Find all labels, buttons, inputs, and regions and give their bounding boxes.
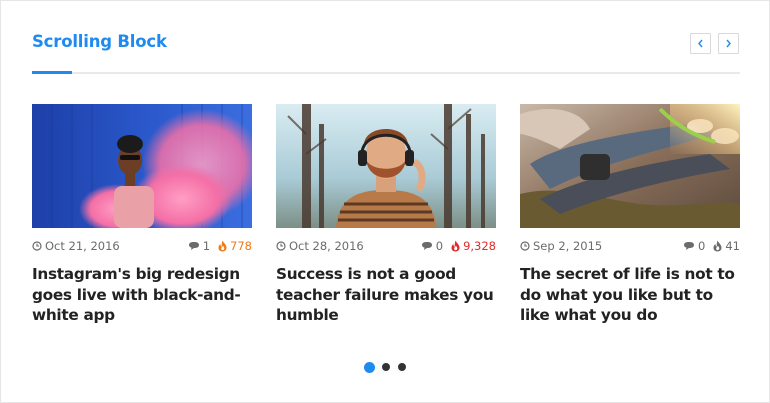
comment-count[interactable]: 0 bbox=[421, 239, 443, 253]
post-date: Oct 21, 2016 bbox=[32, 239, 120, 253]
widget-title: Scrolling Block bbox=[32, 32, 167, 51]
title-divider bbox=[32, 72, 740, 74]
post-date-text: Sep 2, 2015 bbox=[533, 239, 603, 253]
view-count-text: 41 bbox=[725, 239, 740, 253]
view-count-text: 778 bbox=[230, 239, 252, 253]
pagination-dots bbox=[364, 361, 414, 373]
post-date: Oct 28, 2016 bbox=[276, 239, 364, 253]
pagination-dot-3[interactable] bbox=[398, 363, 406, 371]
pagination-dot-2[interactable] bbox=[382, 363, 390, 371]
post-thumbnail[interactable] bbox=[276, 104, 496, 228]
post-stats: 1 778 bbox=[188, 239, 252, 253]
title-divider-accent bbox=[32, 71, 72, 74]
comments-icon bbox=[421, 242, 432, 250]
prev-button[interactable] bbox=[690, 33, 711, 54]
post-date-text: Oct 28, 2016 bbox=[289, 239, 364, 253]
people-lying-grass-photo bbox=[520, 104, 740, 228]
comment-count-text: 1 bbox=[202, 239, 211, 253]
comment-count-text: 0 bbox=[435, 239, 444, 253]
clock-icon bbox=[520, 241, 530, 251]
chevron-right-icon bbox=[726, 39, 731, 48]
comment-count[interactable]: 0 bbox=[683, 239, 705, 253]
view-count: 778 bbox=[218, 239, 252, 253]
comments-icon bbox=[684, 242, 695, 250]
post-thumbnail[interactable] bbox=[32, 104, 252, 228]
post-headline[interactable]: Success is not a good teacher failure ma… bbox=[276, 264, 496, 326]
post-stats: 0 41 bbox=[683, 239, 740, 253]
next-button[interactable] bbox=[718, 33, 739, 54]
pagination-dot-1[interactable] bbox=[364, 361, 375, 373]
chevron-left-icon bbox=[698, 39, 703, 48]
view-count: 9,328 bbox=[451, 239, 496, 253]
fire-icon bbox=[218, 240, 227, 252]
post-meta: Oct 28, 2016 0 9,328 bbox=[276, 239, 496, 255]
post-stats: 0 9,328 bbox=[421, 239, 496, 253]
clock-icon bbox=[276, 241, 286, 251]
post-headline[interactable]: The secret of life is not to do what you… bbox=[520, 264, 740, 326]
post-headline[interactable]: Instagram's big redesign goes live with … bbox=[32, 264, 252, 326]
post-meta: Oct 21, 2016 1 778 bbox=[32, 239, 252, 255]
comment-count-text: 0 bbox=[698, 239, 706, 253]
scrolling-block-widget: Scrolling Block Oct 21, 2016 1 778 Insta… bbox=[0, 0, 770, 403]
fire-icon bbox=[713, 240, 722, 252]
view-count-text: 9,328 bbox=[463, 239, 496, 253]
view-count: 41 bbox=[713, 239, 740, 253]
woman-pink-smoke-photo bbox=[32, 104, 252, 228]
post-date-text: Oct 21, 2016 bbox=[45, 239, 120, 253]
clock-icon bbox=[32, 241, 42, 251]
post-date: Sep 2, 2015 bbox=[520, 239, 602, 253]
comments-icon bbox=[188, 242, 199, 250]
post-thumbnail[interactable] bbox=[520, 104, 740, 228]
bearded-man-headphones-photo bbox=[276, 104, 496, 228]
fire-icon bbox=[451, 240, 460, 252]
comment-count[interactable]: 1 bbox=[188, 239, 210, 253]
post-meta: Sep 2, 2015 0 41 bbox=[520, 239, 740, 255]
